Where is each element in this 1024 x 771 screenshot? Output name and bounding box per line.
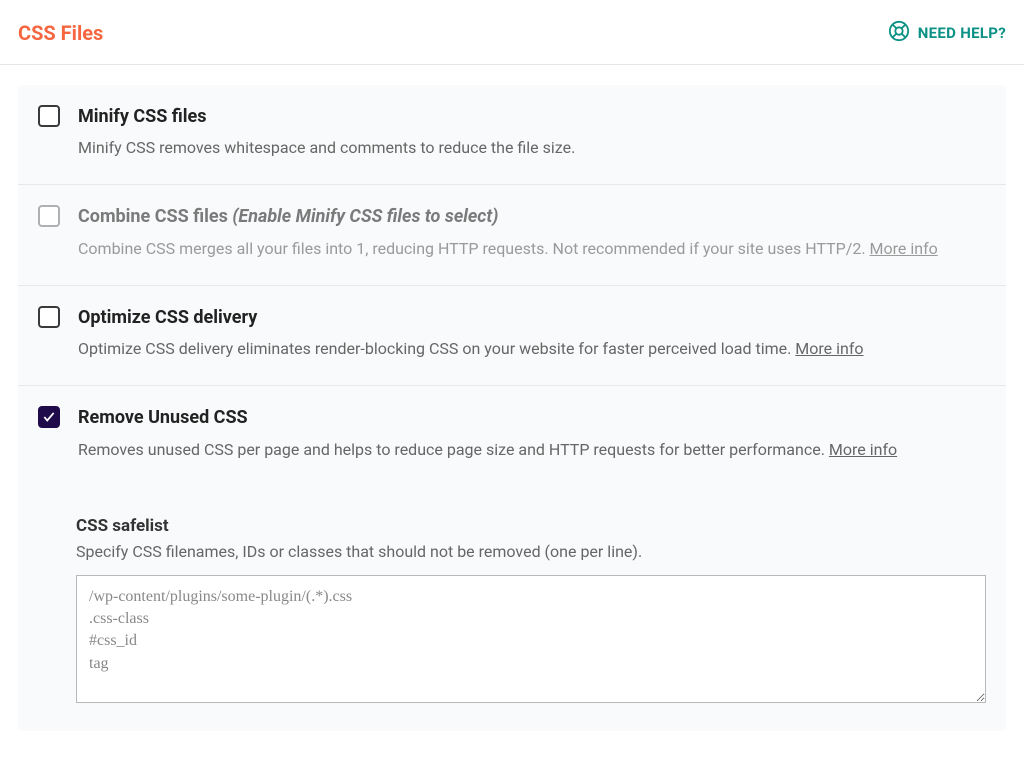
need-help-link[interactable]: NEED HELP? (888, 20, 1006, 46)
combine-css-desc: Combine CSS merges all your files into 1… (78, 237, 986, 261)
combine-css-row: Combine CSS files (Enable Minify CSS fil… (18, 185, 1006, 285)
remove-unused-css-content: Remove Unused CSS Removes unused CSS per… (78, 406, 986, 461)
optimize-css-row: Optimize CSS delivery Optimize CSS deliv… (18, 286, 1006, 386)
optimize-css-desc-text: Optimize CSS delivery eliminates render-… (78, 339, 791, 358)
combine-css-content: Combine CSS files (Enable Minify CSS fil… (78, 205, 986, 260)
css-safelist-textarea[interactable] (76, 575, 986, 703)
need-help-label: NEED HELP? (918, 24, 1006, 42)
remove-unused-css-desc-text: Removes unused CSS per page and helps to… (78, 440, 825, 459)
remove-unused-css-checkbox[interactable] (38, 406, 60, 428)
minify-css-content: Minify CSS files Minify CSS removes whit… (78, 105, 986, 160)
section-header: CSS Files NEED HELP? (0, 0, 1024, 65)
combine-css-title: Combine CSS files (Enable Minify CSS fil… (78, 205, 986, 228)
css-safelist-section: CSS safelist Specify CSS filenames, IDs … (18, 486, 1006, 731)
combine-css-more-info-link[interactable]: More info (870, 239, 938, 258)
optimize-css-title: Optimize CSS delivery (78, 306, 986, 329)
remove-unused-css-more-info-link[interactable]: More info (829, 440, 897, 459)
optimize-css-checkbox[interactable] (38, 306, 60, 328)
minify-css-row: Minify CSS files Minify CSS removes whit… (18, 85, 1006, 185)
remove-unused-css-title: Remove Unused CSS (78, 406, 986, 429)
minify-css-title: Minify CSS files (78, 105, 986, 128)
optimize-css-more-info-link[interactable]: More info (795, 339, 863, 358)
remove-unused-css-desc: Removes unused CSS per page and helps to… (78, 438, 986, 462)
section-title: CSS Files (18, 21, 103, 45)
minify-css-desc: Minify CSS removes whitespace and commen… (78, 136, 986, 160)
combine-css-desc-text: Combine CSS merges all your files into 1… (78, 239, 866, 258)
remove-unused-css-row: Remove Unused CSS Removes unused CSS per… (18, 386, 1006, 485)
css-options-panel: Minify CSS files Minify CSS removes whit… (18, 85, 1006, 731)
combine-css-note: (Enable Minify CSS files to select) (232, 206, 498, 227)
css-safelist-desc: Specify CSS filenames, IDs or classes th… (76, 542, 986, 561)
checkmark-icon (42, 410, 56, 424)
css-safelist-title: CSS safelist (76, 516, 986, 536)
optimize-css-desc: Optimize CSS delivery eliminates render-… (78, 337, 986, 361)
optimize-css-content: Optimize CSS delivery Optimize CSS deliv… (78, 306, 986, 361)
combine-css-title-text: Combine CSS files (78, 206, 228, 227)
combine-css-checkbox (38, 205, 60, 227)
minify-css-checkbox[interactable] (38, 105, 60, 127)
lifebuoy-icon (888, 20, 910, 46)
